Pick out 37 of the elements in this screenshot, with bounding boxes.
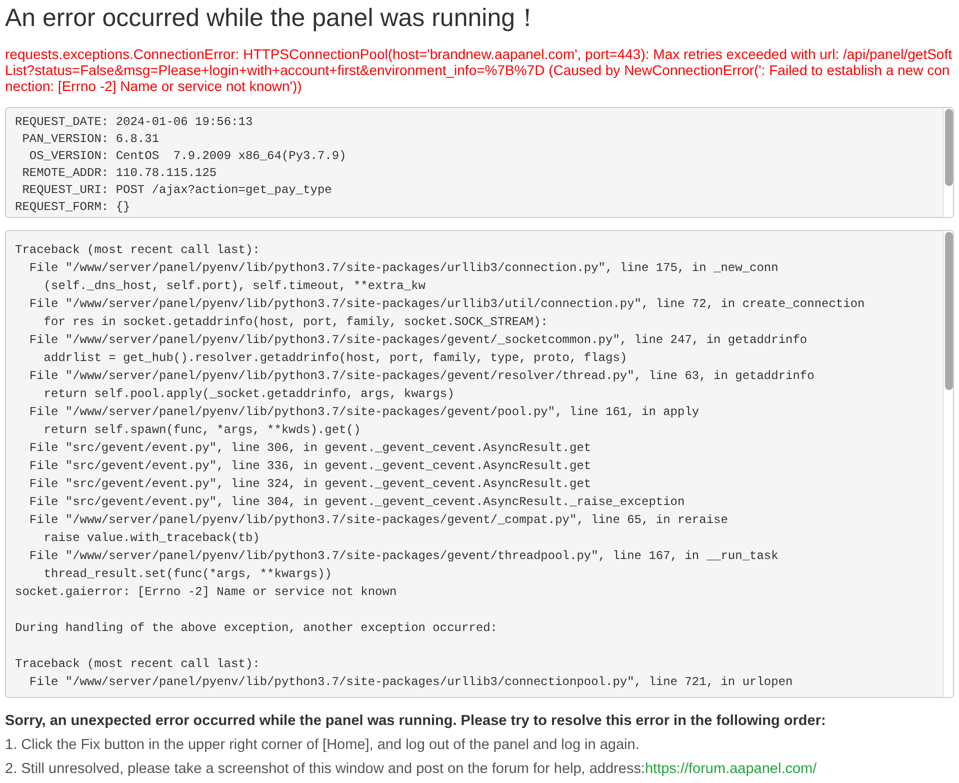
traceback-line: File "/www/server/panel/pyenv/lib/python3.7/site-packages/gevent/_compat.py", line 65, in reraise bbox=[28, 512, 729, 529]
traceback-line: thread_result.set(func(*args, **kwargs)) bbox=[42, 566, 333, 583]
request-info-line: REQUEST_URI: POST /ajax?action=get_pay_type bbox=[21, 182, 333, 199]
help-step: 2. Still unresolved, please take a screenshot of this window and post on the forum for help, address:https://forum.aapanel.com/ bbox=[5, 757, 954, 781]
traceback-line: Traceback (most recent call last): bbox=[15, 242, 261, 259]
traceback-line: Traceback (most recent call last): bbox=[15, 656, 261, 673]
traceback-line: addrlist = get_hub().resolver.getaddrinfo(host, port, family, type, proto, flags) bbox=[42, 350, 628, 367]
forum-link[interactable]: https://forum.aapanel.com/ bbox=[644, 761, 817, 777]
help-step: 1. Click the Fix button in the upper right corner of [Home], and log out of the panel and log in again. bbox=[5, 733, 954, 757]
traceback-line: for res in socket.getaddrinfo(host, port, family, socket.SOCK_STREAM): bbox=[42, 314, 549, 331]
error-message: requests.exceptions.ConnectionError: HTTPSConnectionPool(host='brandnew.aapanel.com', port=443): Max retries exceeded with url: /api/panel/getSoftList?status=False&msg=Please+login+with+account+first&environment_info=%7B%7D (Caused by NewConnectionError(': Failed to establish a new connection: [Errno -2] Name or service not known')) bbox=[5, 46, 953, 94]
request-info-line: OS_VERSION: CentOS 7.9.2009 x86_64(Py3.7.9) bbox=[28, 148, 348, 165]
traceback-line: File "src/gevent/event.py", line 336, in gevent._gevent_cevent.AsyncResult.get bbox=[28, 458, 592, 475]
traceback-line: File "src/gevent/event.py", line 324, in gevent._gevent_cevent.AsyncResult.get bbox=[28, 476, 592, 493]
traceback-line: File "/www/server/panel/pyenv/lib/python3.7/site-packages/gevent/_socketcommon.py", line 247, in getaddrinfo bbox=[28, 332, 808, 349]
request-info-line: REMOTE_ADDR: 110.78.115.125 bbox=[21, 165, 218, 182]
traceback-line: File "src/gevent/event.py", line 306, in gevent._gevent_cevent.AsyncResult.get bbox=[28, 440, 592, 457]
request-info-line: REQUEST_DATE: 2024-01-06 19:56:13 bbox=[15, 114, 254, 131]
traceback-line: (self._dns_host, self.port), self.timeout, **extra_kw bbox=[42, 278, 426, 295]
traceback-line: File "/www/server/panel/pyenv/lib/python3.7/site-packages/gevent/resolver/thread.py", line 63, in getaddrinfo bbox=[28, 368, 816, 385]
scrollbar-thumb[interactable] bbox=[945, 232, 953, 390]
scrollbar-thumb[interactable] bbox=[945, 109, 953, 186]
traceback-line: File "/www/server/panel/pyenv/lib/python3.7/site-packages/gevent/threadpool.py", line 167, in __run_task bbox=[28, 548, 780, 565]
traceback-line: During handling of the above exception, another exception occurred: bbox=[15, 620, 498, 637]
request-info-line: PAN_VERSION: 6.8.31 bbox=[21, 131, 160, 148]
traceback-line: socket.gaierror: [Errno -2] Name or service not known bbox=[15, 584, 398, 601]
traceback-line: raise value.with_traceback(tb) bbox=[42, 530, 261, 547]
traceback-line: File "src/gevent/event.py", line 304, in gevent._gevent_cevent.AsyncResult._raise_exception bbox=[28, 494, 686, 511]
traceback-line: File "/www/server/panel/pyenv/lib/python3.7/site-packages/urllib3/connectionpool.py", line 721, in urlopen bbox=[28, 674, 794, 691]
traceback-line: return self.spawn(func, *args, **kwds).get() bbox=[42, 422, 362, 439]
traceback-line: return self.pool.apply(_socket.getaddrinfo, args, kwargs) bbox=[42, 386, 456, 403]
traceback-line: File "/www/server/panel/pyenv/lib/python3.7/site-packages/gevent/pool.py", line 161, in apply bbox=[28, 404, 700, 421]
traceback-line: File "/www/server/panel/pyenv/lib/python3.7/site-packages/urllib3/connection.py", line 175, in _new_conn bbox=[28, 260, 780, 277]
error-title: An error occurred while the panel was running！ bbox=[5, 3, 541, 34]
help-heading: Sorry, an unexpected error occurred while the panel was running. Please try to resolve this error in the following order: bbox=[5, 712, 827, 731]
request-info-line: REQUEST_FORM: {} bbox=[15, 199, 132, 216]
traceback-line: File "/www/server/panel/pyenv/lib/python3.7/site-packages/urllib3/util/connection.py", line 72, in create_connection bbox=[28, 296, 866, 313]
